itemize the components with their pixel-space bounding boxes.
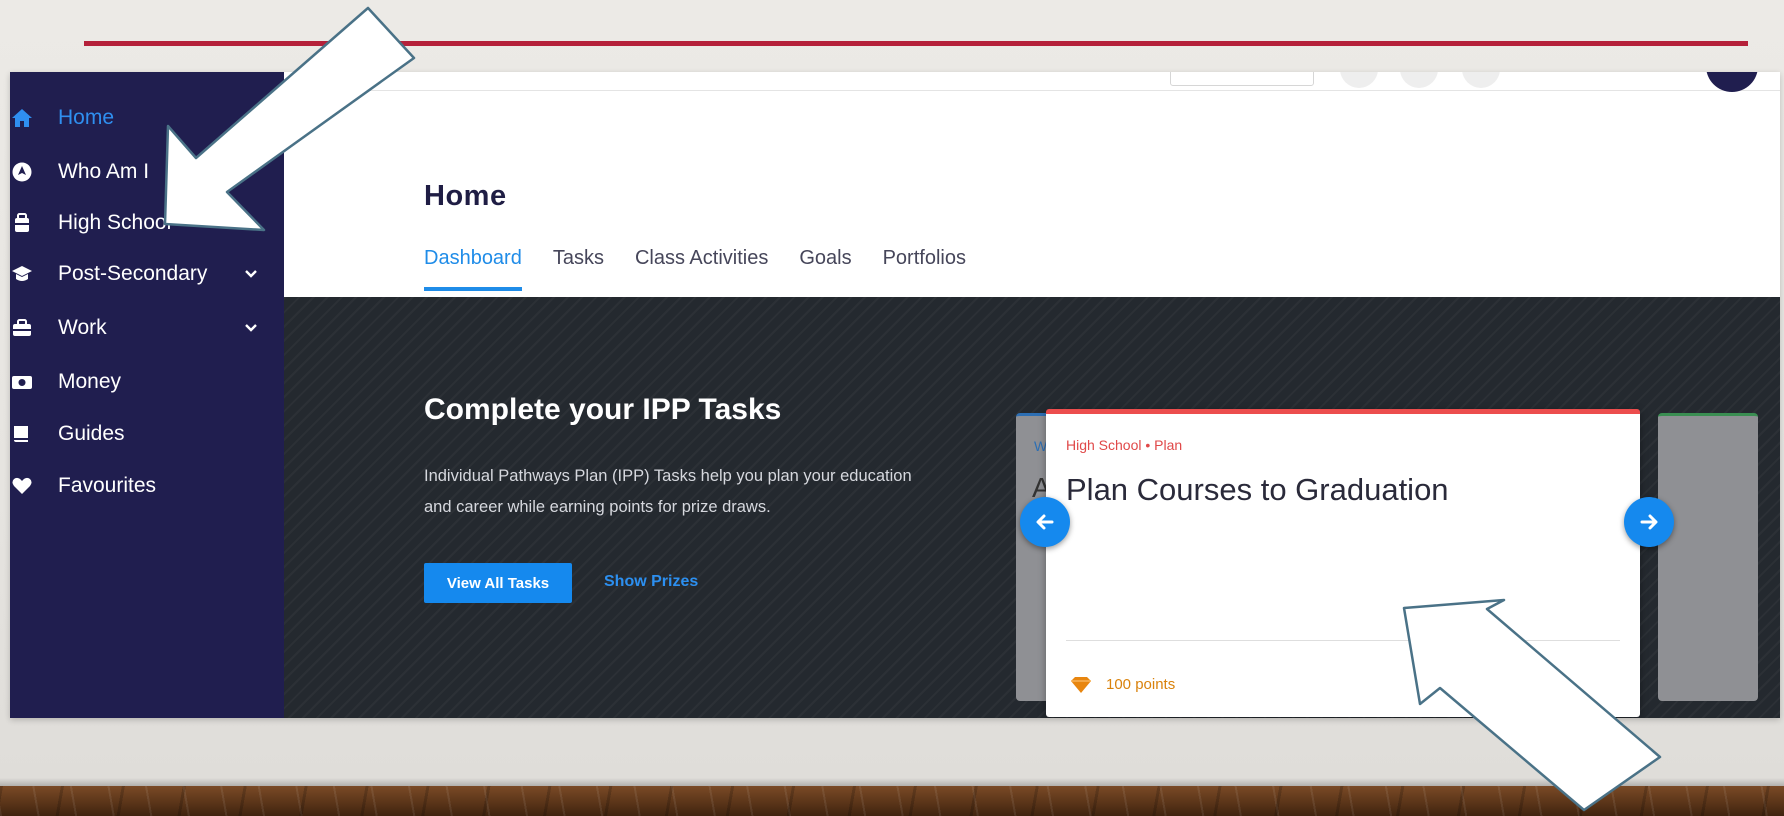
tab-bar: Dashboard Tasks Class Activities Goals P… xyxy=(424,247,997,291)
top-search-field[interactable] xyxy=(1170,72,1314,86)
sidebar-item-money[interactable]: Money xyxy=(10,362,284,402)
app-screenshot: Home Who Am I High School Post-Secondary xyxy=(10,72,1780,718)
school-bag-icon xyxy=(11,212,33,234)
heart-icon xyxy=(11,475,33,497)
tab-goals[interactable]: Goals xyxy=(799,247,851,283)
carousel-card-next[interactable] xyxy=(1658,413,1758,701)
home-icon xyxy=(11,107,33,129)
briefcase-icon xyxy=(11,317,33,339)
gem-icon xyxy=(1070,676,1092,694)
sidebar-item-label: Post-Secondary xyxy=(58,262,208,285)
page-title: Home xyxy=(424,180,507,212)
sidebar-item-label: Favourites xyxy=(58,474,157,497)
task-title: Plan Courses to Graduation xyxy=(1066,472,1449,507)
top-icon-button[interactable] xyxy=(1462,72,1500,88)
topbar-divider xyxy=(284,90,1780,91)
carousel-prev-button[interactable] xyxy=(1020,497,1070,547)
view-all-tasks-button[interactable]: View All Tasks xyxy=(424,563,572,603)
sidebar-item-work[interactable]: Work xyxy=(10,308,284,348)
compass-icon xyxy=(11,161,33,183)
sidebar-item-favourites[interactable]: Favourites xyxy=(10,466,284,506)
slide-title-rule xyxy=(84,41,1748,46)
card-divider xyxy=(1066,640,1620,641)
tab-tasks[interactable]: Tasks xyxy=(553,247,604,283)
sidebar-item-label: Who Am I xyxy=(58,160,150,183)
sidebar-item-who-am-i[interactable]: Who Am I xyxy=(10,152,284,192)
sidebar-item-label: Home xyxy=(58,106,115,129)
banner-title: Complete your IPP Tasks xyxy=(424,393,782,426)
sidebar-nav: Home Who Am I High School Post-Secondary xyxy=(10,72,284,718)
sidebar-item-label: Work xyxy=(58,316,107,339)
money-icon xyxy=(11,371,33,393)
chevron-down-icon[interactable] xyxy=(242,264,260,282)
banner-description: Individual Pathways Plan (IPP) Tasks hel… xyxy=(424,467,912,516)
wood-floor-decoration xyxy=(0,786,1784,816)
sidebar-item-label: Guides xyxy=(58,422,125,445)
tab-dashboard[interactable]: Dashboard xyxy=(424,247,522,291)
top-icon-button[interactable] xyxy=(1400,72,1438,88)
book-icon xyxy=(11,423,33,445)
task-card[interactable]: High School • Plan Plan Courses to Gradu… xyxy=(1046,409,1640,717)
sidebar-item-post-secondary[interactable]: Post-Secondary xyxy=(10,254,284,294)
ipp-tasks-banner: Complete your IPP Tasks Individual Pathw… xyxy=(284,297,1780,718)
sidebar-item-guides[interactable]: Guides xyxy=(10,414,284,454)
sidebar-item-label: High School xyxy=(58,211,172,234)
avatar[interactable] xyxy=(1706,72,1758,92)
tab-class-activities[interactable]: Class Activities xyxy=(635,247,768,283)
sidebar-item-home[interactable]: Home xyxy=(10,98,284,138)
sidebar-item-high-school[interactable]: High School xyxy=(10,203,284,243)
task-points: 100 points xyxy=(1106,676,1176,693)
top-icon-button[interactable] xyxy=(1340,72,1378,88)
arrow-right-icon xyxy=(1640,514,1658,530)
tab-portfolios[interactable]: Portfolios xyxy=(883,247,966,283)
carousel-next-button[interactable] xyxy=(1624,497,1674,547)
show-prizes-link[interactable]: Show Prizes xyxy=(604,573,698,591)
arrow-left-icon xyxy=(1036,514,1054,530)
chevron-down-icon[interactable] xyxy=(242,318,260,336)
task-category: High School • Plan xyxy=(1066,437,1183,453)
sidebar-item-label: Money xyxy=(58,370,122,393)
graduation-cap-icon xyxy=(11,263,33,285)
